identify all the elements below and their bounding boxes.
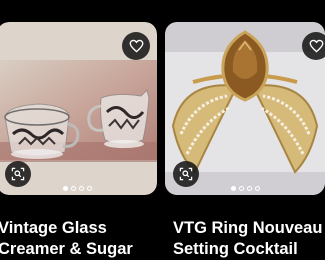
page-dot (86, 186, 92, 191)
page-dot (78, 186, 84, 191)
page-dot (254, 186, 260, 191)
visual-search-button[interactable] (5, 161, 31, 187)
listing-title-line: VTG Ring Nouveau (173, 219, 323, 237)
image-page-indicator (165, 186, 325, 191)
heart-icon (129, 39, 143, 53)
listing-title-line: Setting Cocktail (173, 240, 298, 258)
listing-card-glass[interactable] (0, 22, 157, 195)
page-dot (238, 186, 244, 191)
page-dot (70, 186, 76, 191)
listing-title-line: Vintage Glass (0, 219, 107, 237)
listing-title-line: Creamer & Sugar (0, 240, 133, 258)
image-page-indicator (0, 186, 157, 191)
favorite-button[interactable] (302, 32, 325, 60)
lens-search-icon (11, 167, 25, 181)
listing-card-ring[interactable] (165, 22, 325, 195)
visual-search-button[interactable] (173, 161, 199, 187)
listing-title-glass[interactable]: Vintage Glass Creamer & Sugar (0, 218, 133, 260)
page-dot (230, 186, 236, 191)
lens-search-icon (179, 167, 193, 181)
listing-title-ring[interactable]: VTG Ring Nouveau Setting Cocktail (173, 218, 322, 260)
page-dot (246, 186, 252, 191)
page-dot (62, 186, 68, 191)
heart-icon (309, 39, 323, 53)
favorite-button[interactable] (122, 32, 150, 60)
